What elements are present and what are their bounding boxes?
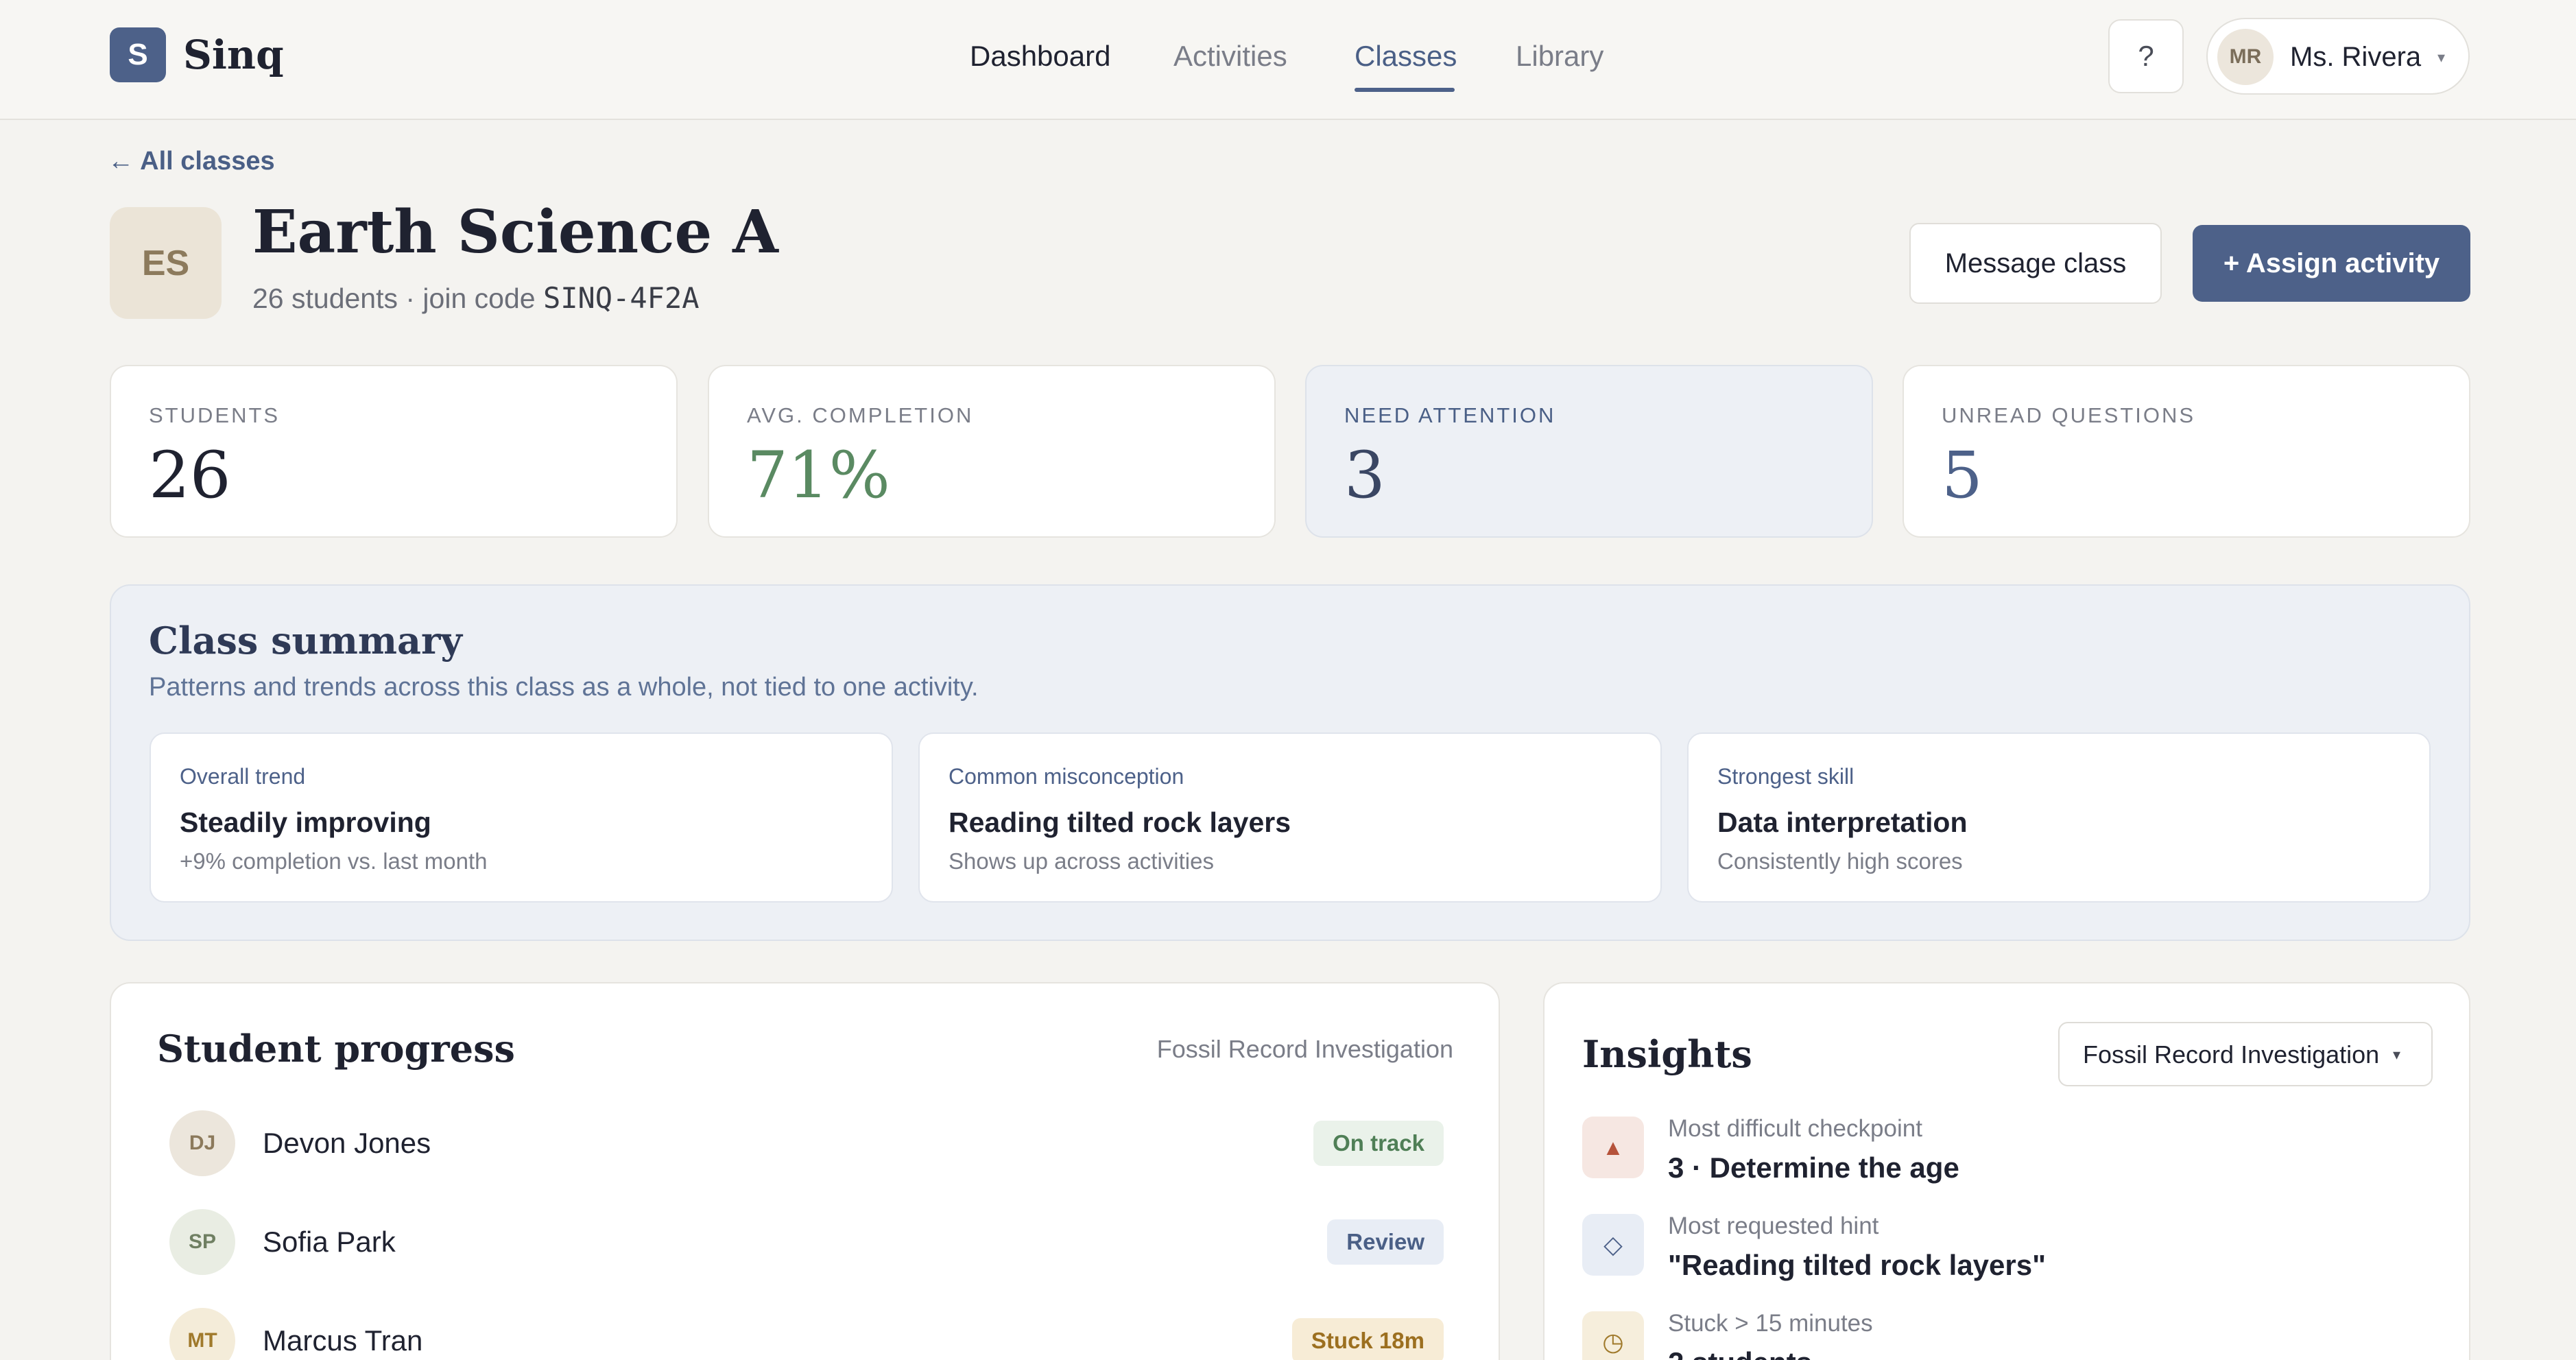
- join-code: SINQ-4F2A: [542, 281, 700, 315]
- stat-value: 3: [1344, 438, 1385, 513]
- nav-classes[interactable]: Classes: [1355, 36, 1457, 77]
- user-name: Ms. Rivera: [2290, 42, 2422, 72]
- stat-card-unread-questions[interactable]: UNREAD QUESTIONS 5: [1903, 365, 2470, 538]
- stat-label: NEED ATTENTION: [1344, 403, 1556, 427]
- chevron-down-icon: ▾: [2393, 1046, 2401, 1063]
- student-progress-panel: Student progress Fossil Record Investiga…: [110, 982, 1500, 1360]
- summary-card-label: Common misconception: [949, 764, 1184, 789]
- help-button[interactable]: ?: [2108, 19, 2184, 93]
- nav-activities[interactable]: Activities: [1173, 36, 1287, 77]
- stat-label: AVG. COMPLETION: [747, 403, 974, 427]
- stat-value: 71%: [747, 438, 890, 513]
- insight-row: ◇ Most requested hint "Reading tilted ro…: [1545, 1213, 2472, 1310]
- summary-title: Class summary: [149, 619, 462, 663]
- assign-activity-button[interactable]: + Assign activity: [2193, 225, 2470, 302]
- activity-select-value: Fossil Record Investigation: [2083, 1040, 2380, 1069]
- insight-label: Most requested hint: [1668, 1213, 1879, 1239]
- stat-label: UNREAD QUESTIONS: [1942, 403, 2196, 427]
- hint-diamond-icon: ◇: [1582, 1214, 1644, 1276]
- user-menu[interactable]: MR Ms. Rivera ▾: [2206, 18, 2470, 95]
- activity-select[interactable]: Fossil Record Investigation ▾: [2058, 1022, 2433, 1086]
- class-subtitle: 26 students · join code SINQ-4F2A: [252, 278, 700, 319]
- page-title: Earth Science A: [252, 198, 778, 267]
- student-name: Sofia Park: [263, 1226, 396, 1258]
- class-meta: 26 students · join code: [252, 283, 543, 314]
- class-summary-panel: Class summary Patterns and trends across…: [110, 584, 2470, 941]
- insight-row: ◷ Stuck > 15 minutes 2 students: [1545, 1310, 2472, 1360]
- nav-library[interactable]: Library: [1516, 36, 1603, 77]
- summary-card-note: Shows up across activities: [949, 848, 1214, 874]
- summary-card-label: Overall trend: [180, 764, 306, 789]
- insight-label: Most difficult checkpoint: [1668, 1115, 1922, 1142]
- summary-card-value: Data interpretation: [1717, 807, 1968, 838]
- panel-title: Insights: [1582, 1032, 1752, 1076]
- top-bar: S Sinq Dashboard Activities Classes Libr…: [0, 0, 2576, 120]
- summary-card-value: Steadily improving: [180, 807, 431, 838]
- stat-card-need-attention[interactable]: NEED ATTENTION 3: [1305, 365, 1873, 538]
- stat-value: 26: [149, 438, 231, 513]
- stat-value: 5: [1942, 438, 1983, 513]
- summary-card-note: Consistently high scores: [1717, 848, 1963, 874]
- back-to-classes-link[interactable]: ← All classes: [108, 144, 275, 178]
- avatar: SP: [169, 1209, 235, 1275]
- avatar: MR: [2217, 29, 2274, 85]
- insight-value: 3 · Determine the age: [1668, 1152, 1959, 1184]
- student-name: Devon Jones: [263, 1127, 431, 1159]
- summary-card-note: +9% completion vs. last month: [180, 848, 488, 874]
- avatar: DJ: [169, 1110, 235, 1176]
- stat-card-students: STUDENTS 26: [110, 365, 678, 538]
- nav-active-indicator: [1355, 88, 1455, 92]
- insight-value: "Reading tilted rock layers": [1668, 1249, 2047, 1281]
- summary-card-value: Reading tilted rock layers: [949, 807, 1291, 838]
- summary-card-overall-trend: Overall trend Steadily improving +9% com…: [150, 732, 893, 903]
- warning-triangle-icon: ▲: [1582, 1117, 1644, 1178]
- insight-row: ▲ Most difficult checkpoint 3 · Determin…: [1545, 1115, 2472, 1213]
- table-row[interactable]: SP Sofia Park Review: [111, 1206, 1501, 1281]
- clock-icon: ◷: [1582, 1311, 1644, 1360]
- stat-card-avg-completion: AVG. COMPLETION 71%: [708, 365, 1276, 538]
- panel-title: Student progress: [157, 1027, 515, 1071]
- insight-value: 2 students: [1668, 1343, 1812, 1360]
- summary-subtitle: Patterns and trends across this class as…: [149, 673, 979, 702]
- status-badge: On track: [1313, 1121, 1444, 1166]
- status-badge: Stuck 18m: [1291, 1318, 1444, 1360]
- nav-dashboard[interactable]: Dashboard: [970, 36, 1110, 77]
- main-nav: Dashboard Activities Classes Library: [0, 36, 2576, 91]
- insight-label: Stuck > 15 minutes: [1668, 1310, 1873, 1337]
- chevron-down-icon: ▾: [2437, 49, 2446, 66]
- table-row[interactable]: MT Marcus Tran Stuck 18m: [111, 1304, 1501, 1360]
- avatar: MT: [169, 1308, 235, 1360]
- activity-context: Fossil Record Investigation: [1156, 1035, 1453, 1063]
- stat-label: STUDENTS: [149, 403, 281, 427]
- table-row[interactable]: DJ Devon Jones On track: [111, 1107, 1501, 1182]
- student-name: Marcus Tran: [263, 1324, 423, 1357]
- summary-card-label: Strongest skill: [1717, 764, 1855, 789]
- insights-panel: Insights Fossil Record Investigation ▾ ▲…: [1543, 982, 2470, 1360]
- status-badge: Review: [1327, 1219, 1444, 1265]
- class-avatar: ES: [110, 207, 222, 319]
- summary-card-misconception: Common misconception Reading tilted rock…: [918, 732, 1662, 903]
- summary-card-strongest-skill: Strongest skill Data interpretation Cons…: [1687, 732, 2431, 903]
- message-class-button[interactable]: Message class: [1909, 223, 2162, 304]
